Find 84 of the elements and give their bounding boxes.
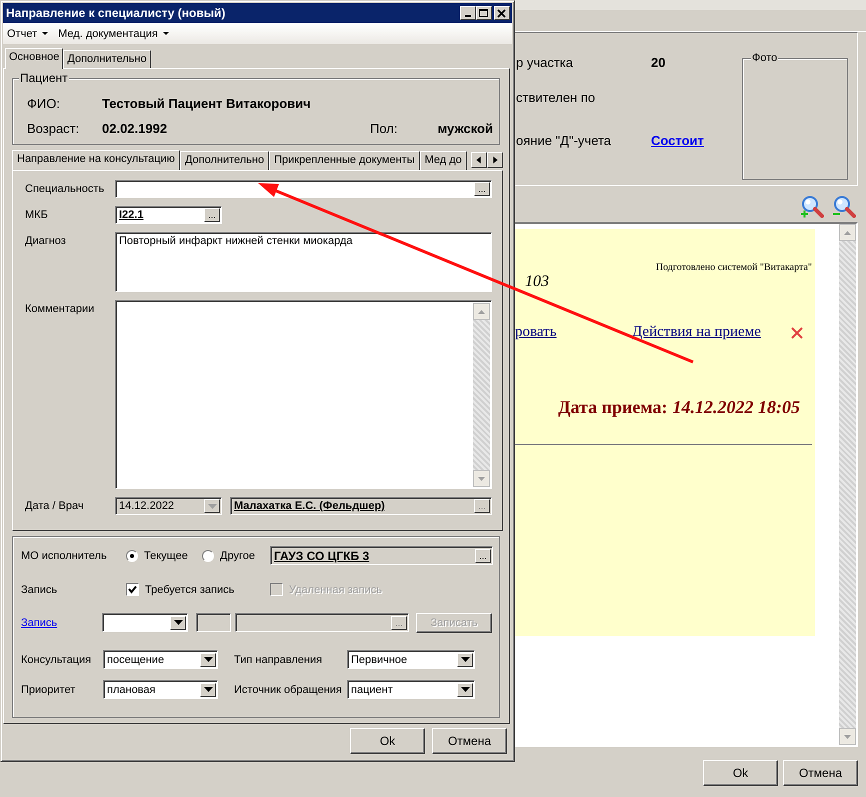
tab[interactable]: Дополнительно xyxy=(63,50,151,68)
field-label: Запись xyxy=(21,584,58,596)
option-label[interactable]: Требуется запись xyxy=(145,584,234,596)
diagnosis-field[interactable]: Повторный инфаркт нижней стенки миокарда xyxy=(115,232,492,292)
window-title: Направление к специалисту (новый) xyxy=(6,6,226,20)
close-button[interactable] xyxy=(494,6,510,20)
status-link[interactable]: Состоит xyxy=(651,133,741,153)
field-label: Пол: xyxy=(370,121,398,136)
booking-link[interactable]: Запись xyxy=(21,616,102,628)
tab[interactable]: Дополнительно xyxy=(180,151,270,170)
tab[interactable]: Основное xyxy=(5,48,64,69)
doctor-field[interactable]: Малахатка Е.С. (Фельдшер) ... xyxy=(230,497,492,515)
zoom-in-icon[interactable] xyxy=(800,195,824,219)
field-label: Специальность xyxy=(25,182,106,197)
minimize-button[interactable] xyxy=(460,6,476,20)
dialog-button[interactable]: Отмена xyxy=(783,760,858,786)
field-label: Приоритет xyxy=(21,684,76,696)
icd-code-field[interactable]: I22.1 ... xyxy=(115,206,222,224)
field-label: Комментарии xyxy=(25,302,96,317)
tab[interactable]: Направление на консультацию xyxy=(12,150,180,170)
sex-value: мужской xyxy=(436,121,493,136)
caret-icon xyxy=(162,32,169,35)
caret-icon xyxy=(174,620,182,625)
field-label: Тип направления xyxy=(233,654,324,666)
organization-field[interactable]: ГАУЗ СО ЦГКБ 3 ... xyxy=(270,546,493,565)
dropdown[interactable]: Первичное xyxy=(347,650,475,669)
date-label: Дата приема: xyxy=(558,397,668,417)
option-label[interactable]: Текущее xyxy=(144,550,188,562)
caret-icon xyxy=(460,657,470,662)
close-icon[interactable] xyxy=(790,326,804,340)
option-label[interactable]: Другое xyxy=(220,550,255,562)
date-field[interactable]: 14.12.2022 xyxy=(115,497,222,515)
maximize-button[interactable] xyxy=(476,6,492,20)
field-label: р участка xyxy=(516,55,574,72)
field-label: Возраст: xyxy=(27,121,80,136)
close-icon xyxy=(497,8,507,18)
caret-icon xyxy=(42,32,48,35)
radio-button[interactable] xyxy=(202,550,214,562)
menu-item[interactable]: Отчет xyxy=(7,28,38,40)
field-label: МО исполнитель xyxy=(21,550,108,562)
field-label: ФИО: xyxy=(27,96,61,111)
caret-icon xyxy=(204,687,212,692)
dropdown[interactable]: пациент xyxy=(347,680,475,699)
specialty-field[interactable]: ... xyxy=(115,180,492,198)
dropdown[interactable]: плановая xyxy=(103,680,218,699)
zoom-out-icon[interactable] xyxy=(832,195,856,219)
browse-button[interactable]: ... xyxy=(204,208,220,222)
browse-button[interactable]: ... xyxy=(475,548,491,562)
minimize-icon xyxy=(465,15,471,17)
comments-field[interactable] xyxy=(115,300,492,489)
field-label: Диагноз xyxy=(25,234,67,249)
date-value: 14.12.2022 18:05 xyxy=(672,397,800,417)
dialog-button[interactable]: Отмена xyxy=(432,728,507,754)
dropdown[interactable]: посещение xyxy=(103,650,218,669)
scroll-right-button[interactable] xyxy=(487,152,503,168)
time-field xyxy=(196,613,231,632)
dialog-button[interactable]: Ok xyxy=(350,728,425,754)
field-label: Источник обращения xyxy=(233,684,343,696)
action-link[interactable]: Действия на приеме xyxy=(632,324,761,341)
system-note: Подготовлено системой "Витакарта" xyxy=(654,262,812,273)
field-label: ствителен по xyxy=(516,90,596,107)
caret-icon xyxy=(208,504,216,508)
field-label: МКБ xyxy=(25,208,49,223)
action-link[interactable]: ровать xyxy=(515,324,632,341)
browse-button[interactable]: ... xyxy=(474,182,490,196)
field-label: Дата / Врач xyxy=(25,499,85,514)
tab[interactable]: Прикрепленные документы xyxy=(269,151,420,170)
caret-icon xyxy=(460,687,470,692)
radio-button[interactable] xyxy=(126,550,138,562)
tab[interactable]: Мед до xyxy=(420,151,467,170)
dropdown[interactable] xyxy=(102,613,188,632)
menu-item[interactable]: Мед. документация xyxy=(58,28,158,40)
checkbox[interactable] xyxy=(126,583,139,596)
scroll-left-button[interactable] xyxy=(471,152,487,168)
dialog-button[interactable]: Ok xyxy=(703,760,778,786)
caret-icon xyxy=(204,657,212,662)
patient-name: Тестовый Пациент Витакорович xyxy=(102,96,312,111)
maximize-icon xyxy=(479,8,489,18)
field-label: ояние "Д"-учета xyxy=(516,133,612,150)
birth-date: 02.02.1992 xyxy=(102,121,168,136)
field-value: 20 xyxy=(651,55,666,72)
field-label: Консультация xyxy=(21,654,92,666)
group-title: Пациент xyxy=(19,71,69,85)
document-number: 103 xyxy=(524,273,550,291)
